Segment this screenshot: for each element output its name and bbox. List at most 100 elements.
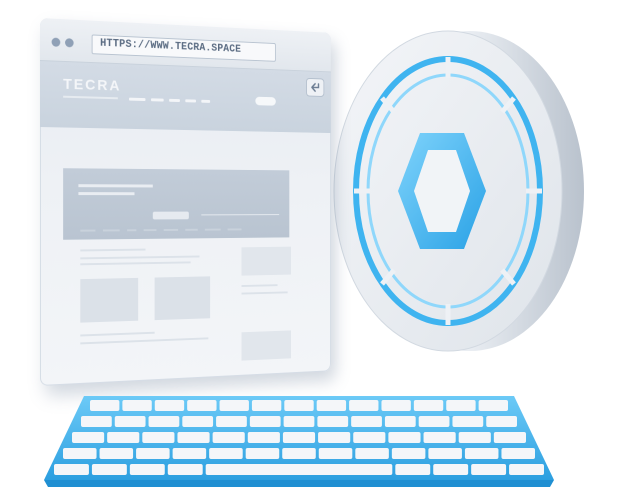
keyboard-key	[355, 448, 389, 459]
keyboard-key	[349, 400, 379, 411]
return-arrow-icon[interactable]	[306, 77, 325, 97]
keyboard-key	[509, 464, 544, 475]
keyboard-key	[187, 400, 217, 411]
keyboard-key	[391, 448, 426, 459]
keyboard-key	[446, 400, 476, 411]
sidebar-card[interactable]	[241, 246, 291, 276]
keyboard-key	[247, 432, 280, 443]
content-card[interactable]	[154, 276, 211, 321]
hero-heading-line	[78, 192, 135, 196]
illustration-scene: HTTPS://WWW.TECRA.SPACE TECRA	[0, 0, 620, 500]
keyboard-key	[388, 432, 421, 443]
keyboard-key	[154, 400, 185, 411]
keyboard-key	[318, 432, 351, 443]
keyboard-key	[282, 432, 316, 443]
keyboard-key	[318, 448, 353, 459]
keyboard-key	[464, 448, 499, 459]
site-logo[interactable]: TECRA	[63, 76, 121, 100]
menu-item[interactable]	[163, 228, 179, 231]
keyboard-key	[182, 416, 214, 427]
keyboard-key	[90, 400, 120, 411]
keyboard-key	[317, 416, 349, 427]
keyboard-key	[148, 416, 180, 427]
nav-link[interactable]	[185, 99, 196, 103]
keyboard-key	[63, 448, 97, 459]
keyboard-key	[452, 416, 484, 427]
keyboard-key	[72, 432, 105, 443]
keyboard-key	[316, 400, 347, 411]
keyboard-key	[136, 448, 170, 459]
keyboard-key	[172, 448, 207, 459]
menu-item[interactable]	[80, 229, 96, 232]
keyboard-graphic	[44, 396, 554, 487]
hero-heading-line	[78, 184, 153, 188]
keyboard-key	[245, 448, 280, 459]
content-text-line	[80, 261, 191, 266]
window-control-dot[interactable]	[65, 38, 74, 48]
address-bar[interactable]: HTTPS://WWW.TECRA.SPACE	[91, 34, 276, 62]
keyboard-key	[384, 416, 416, 427]
keyboard-key	[167, 464, 203, 475]
keyboard-key	[471, 464, 507, 475]
sidebar-card[interactable]	[241, 330, 291, 361]
keyboard-key	[458, 432, 491, 443]
keyboard-key	[284, 400, 314, 411]
nav-link[interactable]	[201, 99, 211, 103]
keyboard-key	[91, 464, 127, 475]
keyboard-key	[478, 400, 508, 411]
keyboard-key	[283, 416, 315, 427]
keyboard-key	[209, 448, 243, 459]
keyboard-key	[486, 416, 517, 427]
hero-divider	[201, 214, 280, 216]
keyboard-key	[114, 416, 146, 427]
keyboard-key	[381, 400, 411, 411]
keyboard-key	[249, 416, 281, 427]
keyboard-key	[216, 416, 247, 427]
nav-link[interactable]	[128, 97, 146, 102]
keyboard-key	[493, 432, 526, 443]
keyboard-spacebar	[205, 464, 393, 475]
content-text-line	[80, 255, 200, 260]
content-text-line	[80, 331, 155, 337]
menu-item[interactable]	[227, 228, 242, 231]
menu-item[interactable]	[127, 229, 137, 232]
coin-token	[330, 18, 592, 364]
keyboard-key	[282, 448, 316, 459]
window-control-dot[interactable]	[51, 37, 61, 47]
keyboard-key	[177, 432, 210, 443]
keyboard-key	[501, 448, 535, 459]
keyboard-key	[413, 400, 444, 411]
sidebar-text-line	[241, 291, 288, 295]
keyboard-key	[428, 448, 462, 459]
nav-link[interactable]	[169, 98, 180, 103]
menu-item[interactable]	[185, 228, 198, 231]
keyboard-key	[212, 432, 245, 443]
keyboard-key	[423, 432, 456, 443]
keyboard-key	[122, 400, 152, 411]
menu-item[interactable]	[102, 229, 120, 232]
keyboard-key	[142, 432, 175, 443]
keyboard-key	[395, 464, 431, 475]
header-cta-button[interactable]	[255, 96, 276, 106]
keyboard-key	[251, 400, 282, 411]
keyboard-key	[351, 416, 382, 427]
nav-link[interactable]	[150, 98, 164, 102]
browser-window: HTTPS://WWW.TECRA.SPACE TECRA	[40, 18, 331, 386]
keyboard-key	[219, 400, 249, 411]
content-card[interactable]	[80, 277, 139, 323]
hero-button[interactable]	[152, 211, 189, 220]
browser-frame: HTTPS://WWW.TECRA.SPACE TECRA	[40, 18, 331, 386]
site-logo-text: TECRA	[63, 75, 122, 95]
keyboard-key	[433, 464, 469, 475]
coin-graphic	[333, 30, 584, 352]
keyboard-key	[107, 432, 140, 443]
keyboard-key	[418, 416, 450, 427]
menu-item[interactable]	[143, 229, 157, 232]
menu-item[interactable]	[204, 228, 221, 231]
address-bar-url: HTTPS://WWW.TECRA.SPACE	[100, 37, 242, 56]
sidebar-text-line	[241, 284, 278, 287]
keyboard-key	[54, 464, 89, 475]
keyboard-key	[81, 416, 112, 427]
keyboard	[44, 394, 554, 488]
content-text-line	[80, 337, 209, 345]
